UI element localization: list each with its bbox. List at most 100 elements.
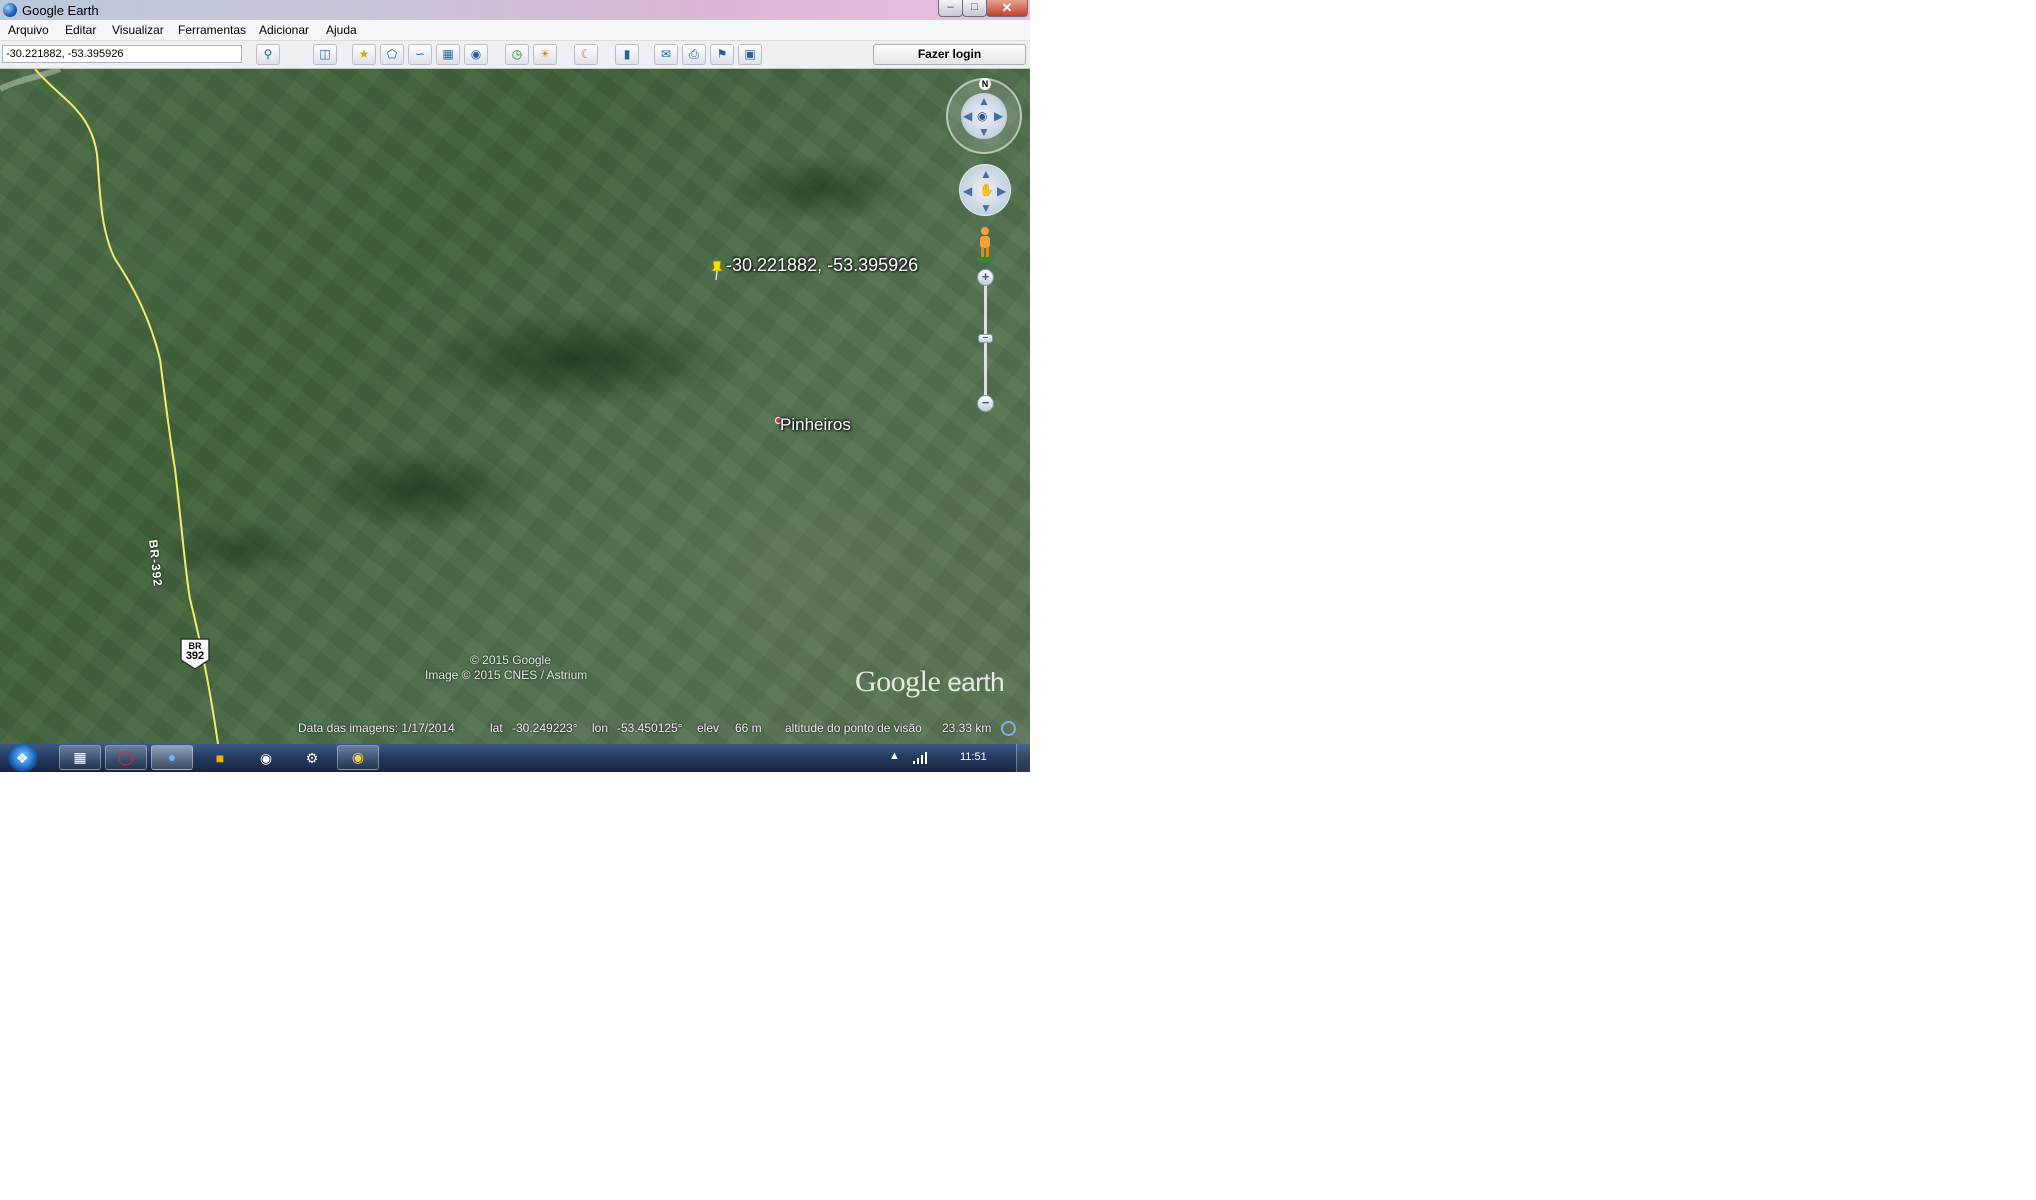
pushpin-icon[interactable] [710,259,724,281]
toolbar: ⚲ ◫ ★ ⬠ ∽ ▦ ◉ ◷ ☀ ☾ ▮ ✉ [0,41,1030,69]
ruler-button[interactable]: ▮ [615,44,639,65]
hand-icon: ✋ [979,183,994,197]
imagery-date: Data das imagens: 1/17/2014 [298,721,455,735]
maximize-button[interactable]: □ [962,0,987,17]
sunlight-button[interactable]: ☀ [533,44,557,65]
opera-icon: ◯ [118,749,134,765]
logo-earth-text: earth [947,667,1005,697]
north-icon[interactable]: N [979,78,991,90]
add-path-icon: ∽ [414,47,426,61]
zoom-out-button[interactable]: − [977,395,994,412]
look-control[interactable]: N ▲ ▼ ◀ ▶ ◉ [946,78,1022,154]
add-polygon-button[interactable]: ⬠ [380,44,404,65]
menu-adicionar[interactable]: Adicionar [259,23,309,37]
add-overlay-icon: ▦ [442,47,454,61]
lat-value: -30.249223° [512,721,578,735]
move-down-arrow-icon[interactable]: ▼ [980,202,992,214]
view-in-maps-button[interactable]: ▣ [738,44,762,65]
move-right-arrow-icon[interactable]: ▶ [997,185,1006,197]
taskbar-app-utility[interactable]: ◉ [257,749,275,767]
print-button[interactable]: ⎙ [682,44,706,65]
add-image-overlay-button[interactable]: ▦ [436,44,460,65]
logo-google-text: Google [855,665,941,698]
taskbar-clock[interactable]: 11:51 [960,751,987,763]
town-label[interactable]: Pinheiros [780,415,851,435]
taskbar-app-chrome[interactable]: ◉ [337,745,379,770]
google-earth-app-icon [3,3,17,17]
taskbar-app-opera[interactable]: ◯ [105,745,147,770]
add-path-button[interactable]: ∽ [408,44,432,65]
look-left-arrow-icon[interactable]: ◀ [963,110,972,122]
login-button[interactable]: Fazer login [873,44,1026,65]
pegman-icon[interactable] [975,226,995,262]
print-icon: ⎙ [689,47,699,61]
zoom-in-button[interactable]: + [977,269,994,286]
historical-imagery-button[interactable]: ◷ [505,44,529,65]
placemark-label[interactable]: -30.221882, -53.395926 [726,255,918,276]
close-button[interactable]: ✕ [986,0,1028,17]
tray-expand-icon[interactable]: ▲ [889,750,900,762]
minimize-button[interactable]: – [938,0,963,17]
elev-label: elev [697,721,720,735]
google-earth-window: Google Earth – □ ✕ Arquivo Editar Visual… [0,0,1030,772]
planets-icon: ☾ [580,47,592,61]
elev-value: 66 m [735,721,762,735]
windows-logo-icon: ❖ [16,750,29,766]
menu-visualizar[interactable]: Visualizar [112,23,164,37]
window-title: Google Earth [22,3,99,18]
move-up-arrow-icon[interactable]: ▲ [980,168,992,180]
save-image-button[interactable]: ⚑ [710,44,734,65]
taskbar-app-player[interactable]: ■ [211,749,229,767]
historical-imagery-icon: ◷ [511,47,523,61]
sidebar-toggle-icon: ◫ [319,47,331,61]
lat-label: lat [490,721,503,735]
chrome-icon: ◉ [351,749,365,765]
show-desktop-button[interactable] [1016,744,1030,772]
email-button[interactable]: ✉ [654,44,678,65]
network-signal-icon[interactable] [912,752,928,764]
record-tour-button[interactable]: ◉ [464,44,488,65]
move-left-arrow-icon[interactable]: ◀ [963,185,972,197]
taskbar-app-google-earth[interactable]: ● [151,745,193,770]
player-icon: ■ [215,750,225,766]
start-button[interactable]: ❖ [8,744,38,772]
planets-button[interactable]: ☾ [574,44,598,65]
lon-label: lon [592,721,609,735]
menu-bar: Arquivo Editar Visualizar Ferramentas Ad… [0,20,1030,41]
email-icon: ✉ [660,47,672,61]
title-bar[interactable]: Google Earth – □ ✕ [0,0,1030,20]
save-image-icon: ⚑ [716,47,728,61]
eye-altitude-label: altitude do ponto de visão [785,721,922,735]
view-in-maps-icon: ▣ [744,47,756,61]
search-icon: ⚲ [263,47,273,61]
status-bar: Data das imagens: 1/17/2014 lat -30.2492… [0,717,1030,739]
sidebar-toggle-button[interactable]: ◫ [313,44,337,65]
menu-editar[interactable]: Editar [65,23,96,37]
menu-ferramentas[interactable]: Ferramentas [178,23,246,37]
gear-icon: ⚙ [305,750,319,766]
look-up-arrow-icon[interactable]: ▲ [978,95,990,107]
look-right-arrow-icon[interactable]: ▶ [994,110,1003,122]
menu-arquivo[interactable]: Arquivo [8,23,49,37]
taskbar-app-settings[interactable]: ⚙ [303,749,321,767]
move-control[interactable]: ▲ ▼ ◀ ▶ ✋ [959,164,1011,216]
route-shield: BR 392 [180,638,210,670]
streaming-status-icon [1001,721,1016,736]
eye-icon: ◉ [977,109,988,123]
search-button[interactable]: ⚲ [256,44,280,65]
record-tour-icon: ◉ [470,47,482,61]
ruler-icon: ▮ [623,47,631,61]
look-down-arrow-icon[interactable]: ▼ [978,126,990,138]
google-earth-icon: ● [167,749,177,765]
zoom-slider-thumb[interactable]: – [978,333,993,343]
search-input[interactable] [2,45,242,63]
add-placemark-button[interactable]: ★ [352,44,376,65]
lon-value: -53.450125° [617,721,683,735]
shield-number: 392 [185,650,205,662]
menu-ajuda[interactable]: Ajuda [326,23,357,37]
look-joystick[interactable]: ▲ ▼ ◀ ▶ ◉ [961,93,1007,139]
folder-icon: ▦ [73,749,87,765]
map-view[interactable]: BR-392 BR 392 -30.221882, -53.395926 Pin… [0,69,1030,744]
google-earth-logo: Google earth [855,665,1005,699]
taskbar-app-explorer[interactable]: ▦ [59,745,101,770]
